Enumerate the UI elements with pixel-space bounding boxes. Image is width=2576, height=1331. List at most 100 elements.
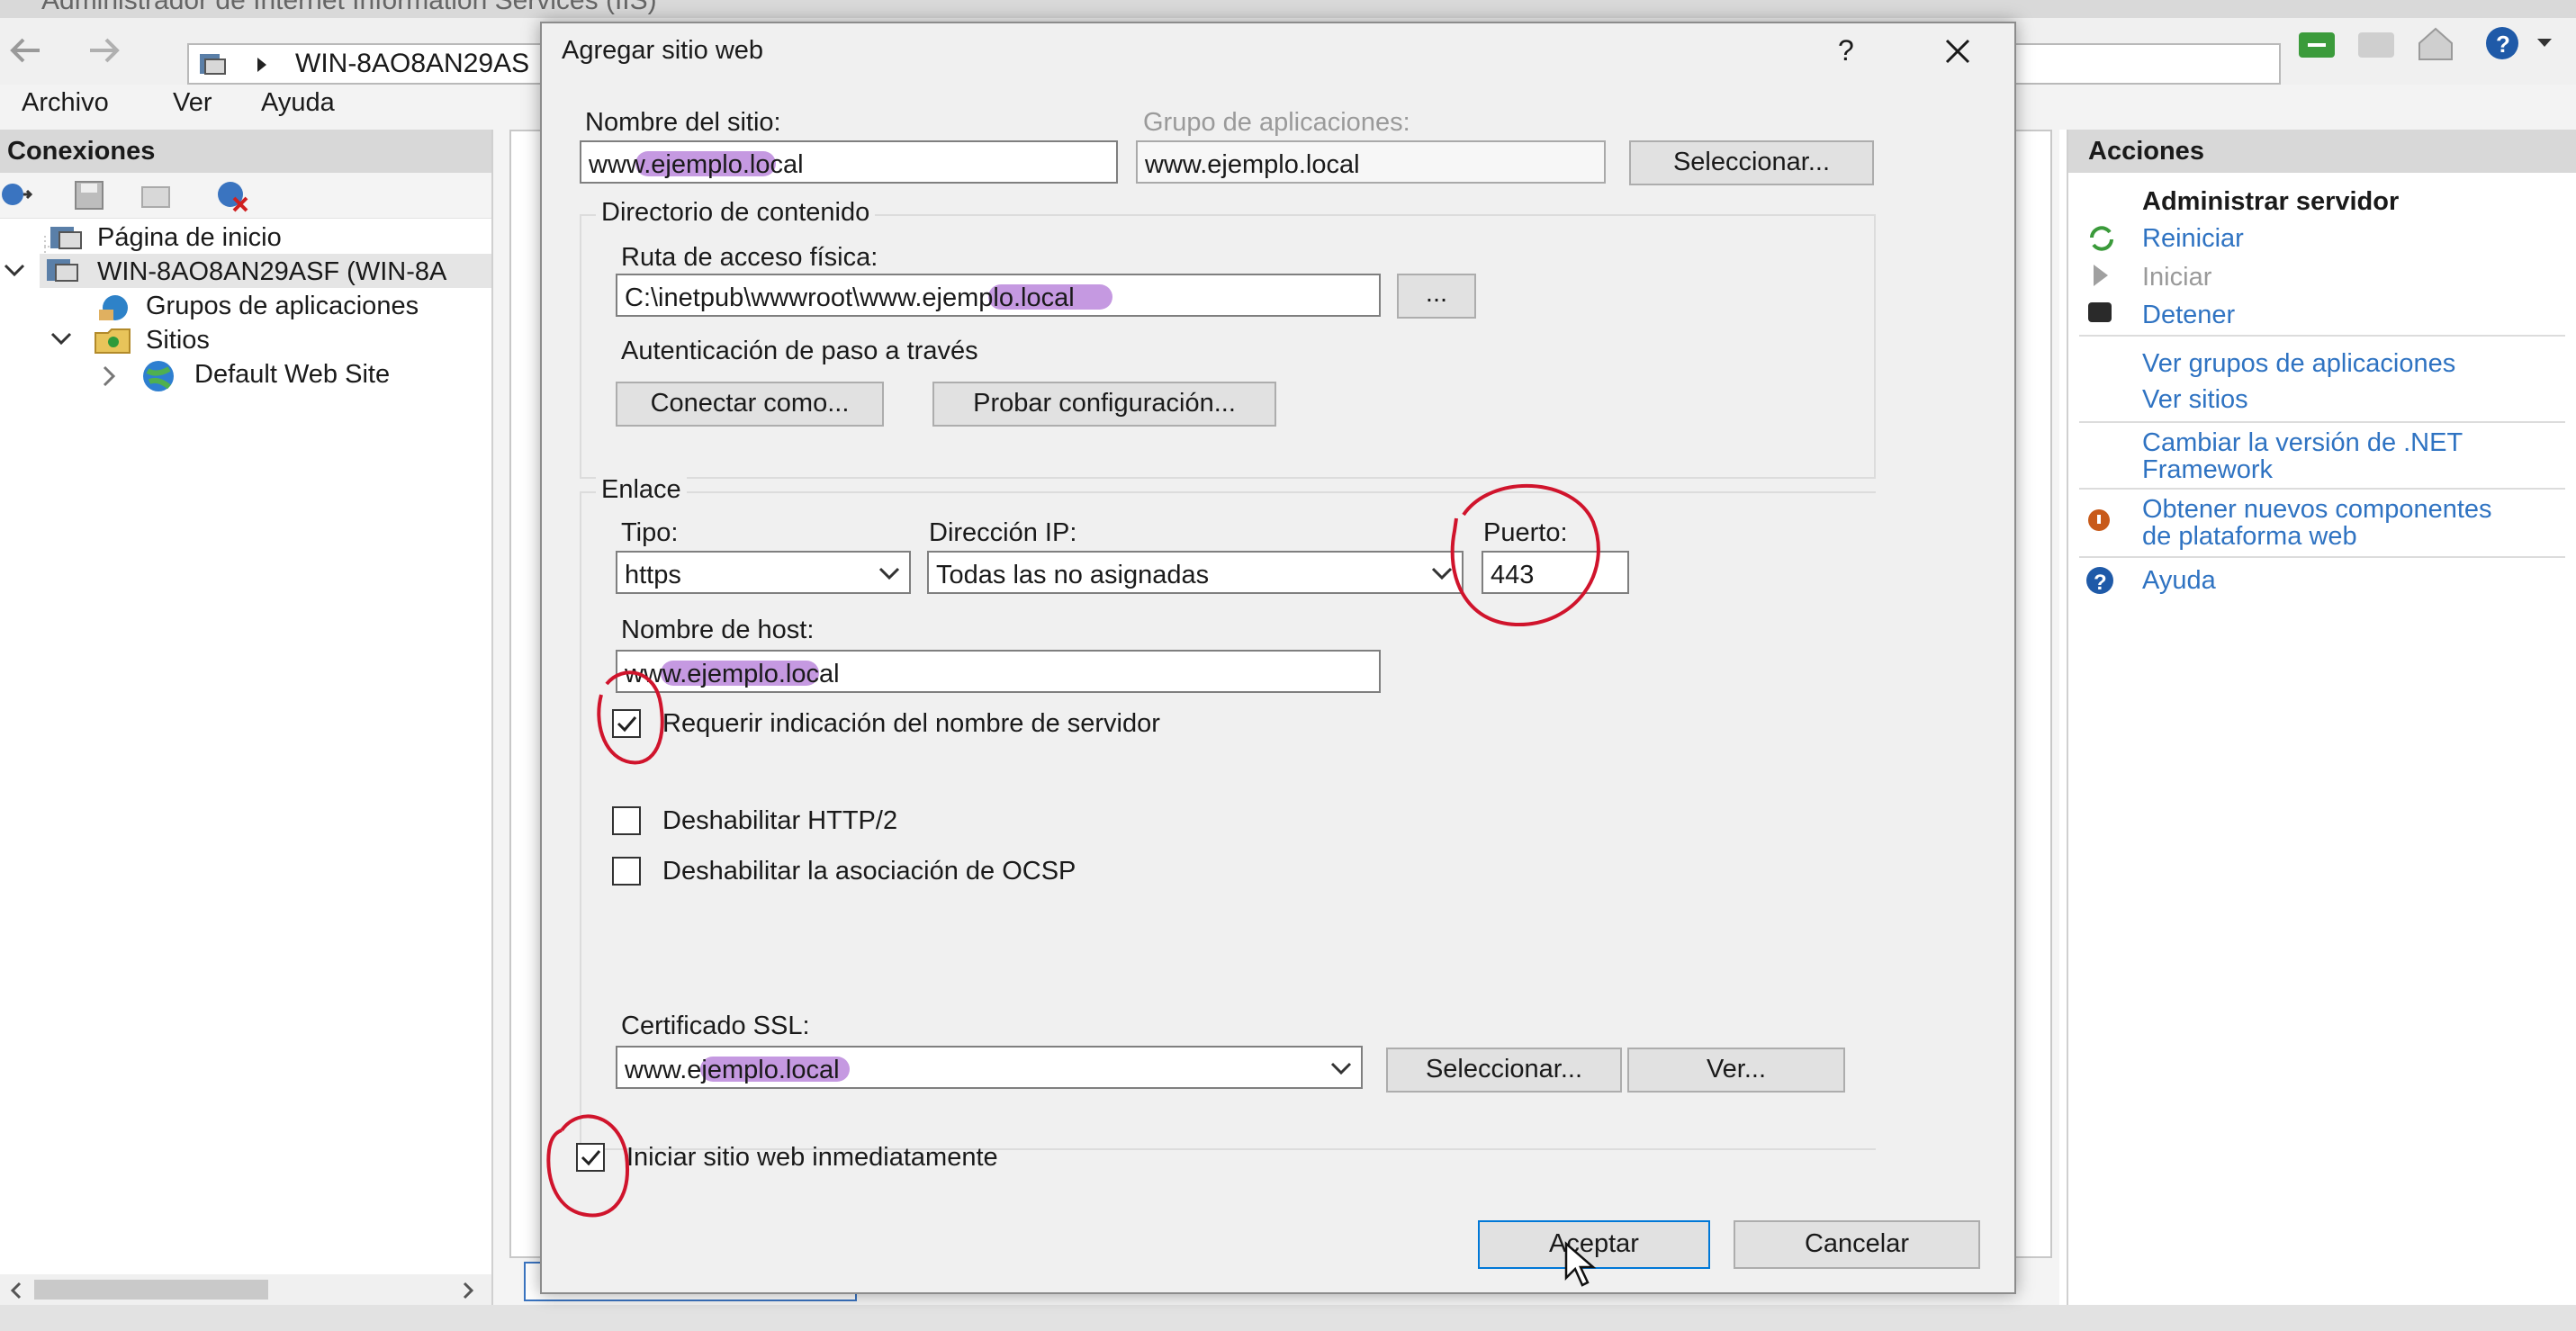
tree-collapsed-chevron-icon[interactable] <box>101 365 119 387</box>
action-change-net[interactable]: Cambiar la versión de .NET <box>2142 430 2463 456</box>
chevron-down-icon <box>1431 567 1453 580</box>
type-select[interactable]: https <box>616 551 911 594</box>
refresh-icon <box>2090 226 2113 251</box>
save-icon[interactable] <box>74 180 106 211</box>
ssl-view-button[interactable]: Ver... <box>1627 1048 1845 1093</box>
app-pool-label: Grupo de aplicaciones: <box>1143 108 1410 137</box>
action-stop[interactable]: Detener <box>2142 302 2235 328</box>
server-icon <box>200 54 226 75</box>
help-icon[interactable]: ? <box>2484 25 2520 61</box>
check-icon <box>581 1150 601 1166</box>
physical-path-value: C:\inetpub\wwwroot\www.ejemplo.local <box>625 283 1075 312</box>
dialog-title: Agregar sitio web <box>562 36 764 65</box>
action-restart[interactable]: Reiniciar <box>2142 226 2244 252</box>
back-arrow-icon[interactable] <box>7 34 43 67</box>
tree-default-site[interactable]: Default Web Site <box>194 362 390 388</box>
info-icon <box>2088 509 2110 531</box>
server-icon <box>47 259 78 282</box>
dialog-help-button[interactable]: ? <box>1838 36 1854 65</box>
sni-checkbox[interactable] <box>612 709 641 738</box>
physical-path-label: Ruta de acceso física: <box>621 243 878 272</box>
stop-toolbar-icon[interactable] <box>2356 27 2396 59</box>
physical-path-input[interactable]: C:\inetpub\wwwroot\www.ejemplo.local <box>616 274 1381 317</box>
connections-title: Conexiones <box>7 137 156 166</box>
binding-label: Enlace <box>596 477 687 503</box>
dialog-titlebar: Agregar sitio web ? <box>542 23 2014 79</box>
disable-ocsp-label: Deshabilitar la asociación de OCSP <box>662 857 1076 886</box>
stop-icon <box>2088 302 2112 322</box>
site-name-input[interactable]: www.ejemplo.local <box>580 140 1118 184</box>
ssl-certificate-select[interactable]: www.ejemplo.local <box>616 1046 1363 1089</box>
menu-ayuda[interactable]: Ayuda <box>261 90 335 116</box>
host-name-input[interactable]: www.ejemplo.local <box>616 650 1381 693</box>
disable-http2-checkbox[interactable] <box>612 806 641 835</box>
scroll-right-icon[interactable] <box>461 1282 475 1300</box>
tree-sites[interactable]: Sitios <box>146 328 210 354</box>
home-icon[interactable] <box>2416 25 2455 61</box>
test-settings-button[interactable]: Probar configuración... <box>932 382 1276 427</box>
tree-server[interactable]: WIN-8AO8AN29ASF (WIN-8A <box>97 259 446 285</box>
menu-archivo[interactable]: Archivo <box>22 90 109 116</box>
port-input[interactable]: 443 <box>1482 551 1629 594</box>
up-level-icon[interactable] <box>140 180 173 211</box>
select-app-pool-button[interactable]: Seleccionar... <box>1629 140 1874 185</box>
chevron-down-icon <box>878 567 900 580</box>
close-icon[interactable] <box>1944 38 1971 65</box>
folder-icon <box>95 328 131 354</box>
app-pool-value: www.ejemplo.local <box>1145 150 1360 179</box>
disconnect-icon[interactable] <box>214 178 252 212</box>
action-view-sites[interactable]: Ver sitios <box>2142 387 2248 413</box>
ssl-certificate-label: Certificado SSL: <box>621 1012 810 1040</box>
start-immediately-checkbox[interactable] <box>576 1143 605 1172</box>
type-label: Tipo: <box>621 518 679 547</box>
action-get-components[interactable]: Obtener nuevos componentes <box>2142 497 2492 523</box>
svg-text:?: ? <box>2496 31 2510 58</box>
mouse-cursor-icon <box>1564 1241 1597 1287</box>
cancel-button[interactable]: Cancelar <box>1734 1220 1980 1269</box>
scroll-left-icon[interactable] <box>9 1282 23 1300</box>
connections-toolbar <box>0 173 491 219</box>
actions-separator <box>2079 421 2565 423</box>
actions-title: Acciones <box>2088 137 2204 166</box>
connect-as-button[interactable]: Conectar como... <box>616 382 884 427</box>
action-help[interactable]: Ayuda <box>2142 568 2216 594</box>
tree-expand-chevron-icon[interactable] <box>4 263 25 279</box>
add-website-dialog: Agregar sitio web ? Nombre del sitio: ww… <box>540 22 2016 1294</box>
status-bar <box>0 1305 2576 1331</box>
actions-separator <box>2079 488 2565 490</box>
refresh-toolbar-icon[interactable] <box>2297 27 2337 59</box>
browse-path-button[interactable]: ... <box>1397 274 1476 319</box>
tree-expand-chevron-icon[interactable] <box>50 331 72 347</box>
action-get-components-line2[interactable]: de plataforma web <box>2142 524 2357 550</box>
ip-address-select[interactable]: Todas las no asignadas <box>927 551 1464 594</box>
menu-ver[interactable]: Ver <box>173 90 212 116</box>
action-start[interactable]: Iniciar <box>2142 265 2211 291</box>
connect-icon[interactable] <box>0 180 36 211</box>
help-icon: ? <box>2086 567 2113 595</box>
start-immediately-label: Iniciar sitio web inmediatamente <box>626 1143 998 1172</box>
breadcrumb-arrow-icon <box>257 58 266 72</box>
tree-start-page[interactable]: Página de inicio <box>97 225 282 251</box>
chevron-down-icon[interactable] <box>2536 38 2553 49</box>
tree-app-pools[interactable]: Grupos de aplicaciones <box>146 293 419 319</box>
ssl-select-button[interactable]: Seleccionar... <box>1386 1048 1622 1093</box>
actions-section-title: Administrar servidor <box>2142 187 2400 216</box>
action-change-net-line2[interactable]: Framework <box>2142 457 2273 483</box>
type-value: https <box>625 561 681 589</box>
app-pool-input: www.ejemplo.local <box>1136 140 1606 184</box>
play-icon <box>2094 265 2108 286</box>
sni-label: Requerir indicación del nombre de servid… <box>662 709 1160 738</box>
ip-address-value: Todas las no asignadas <box>936 561 1210 589</box>
app-pools-icon <box>99 295 128 320</box>
port-value: 443 <box>1491 561 1535 589</box>
action-view-app-pools[interactable]: Ver grupos de aplicaciones <box>2142 351 2455 377</box>
actions-separator <box>2079 335 2565 337</box>
svg-text:?: ? <box>2094 571 2107 595</box>
host-name-label: Nombre de host: <box>621 616 815 644</box>
site-name-value: www.ejemplo.local <box>589 150 804 179</box>
start-page-icon <box>50 227 82 249</box>
disable-ocsp-checkbox[interactable] <box>612 857 641 886</box>
forward-arrow-icon[interactable] <box>86 34 122 67</box>
actions-separator <box>2079 556 2565 558</box>
connections-hscroll-thumb[interactable] <box>34 1280 268 1300</box>
